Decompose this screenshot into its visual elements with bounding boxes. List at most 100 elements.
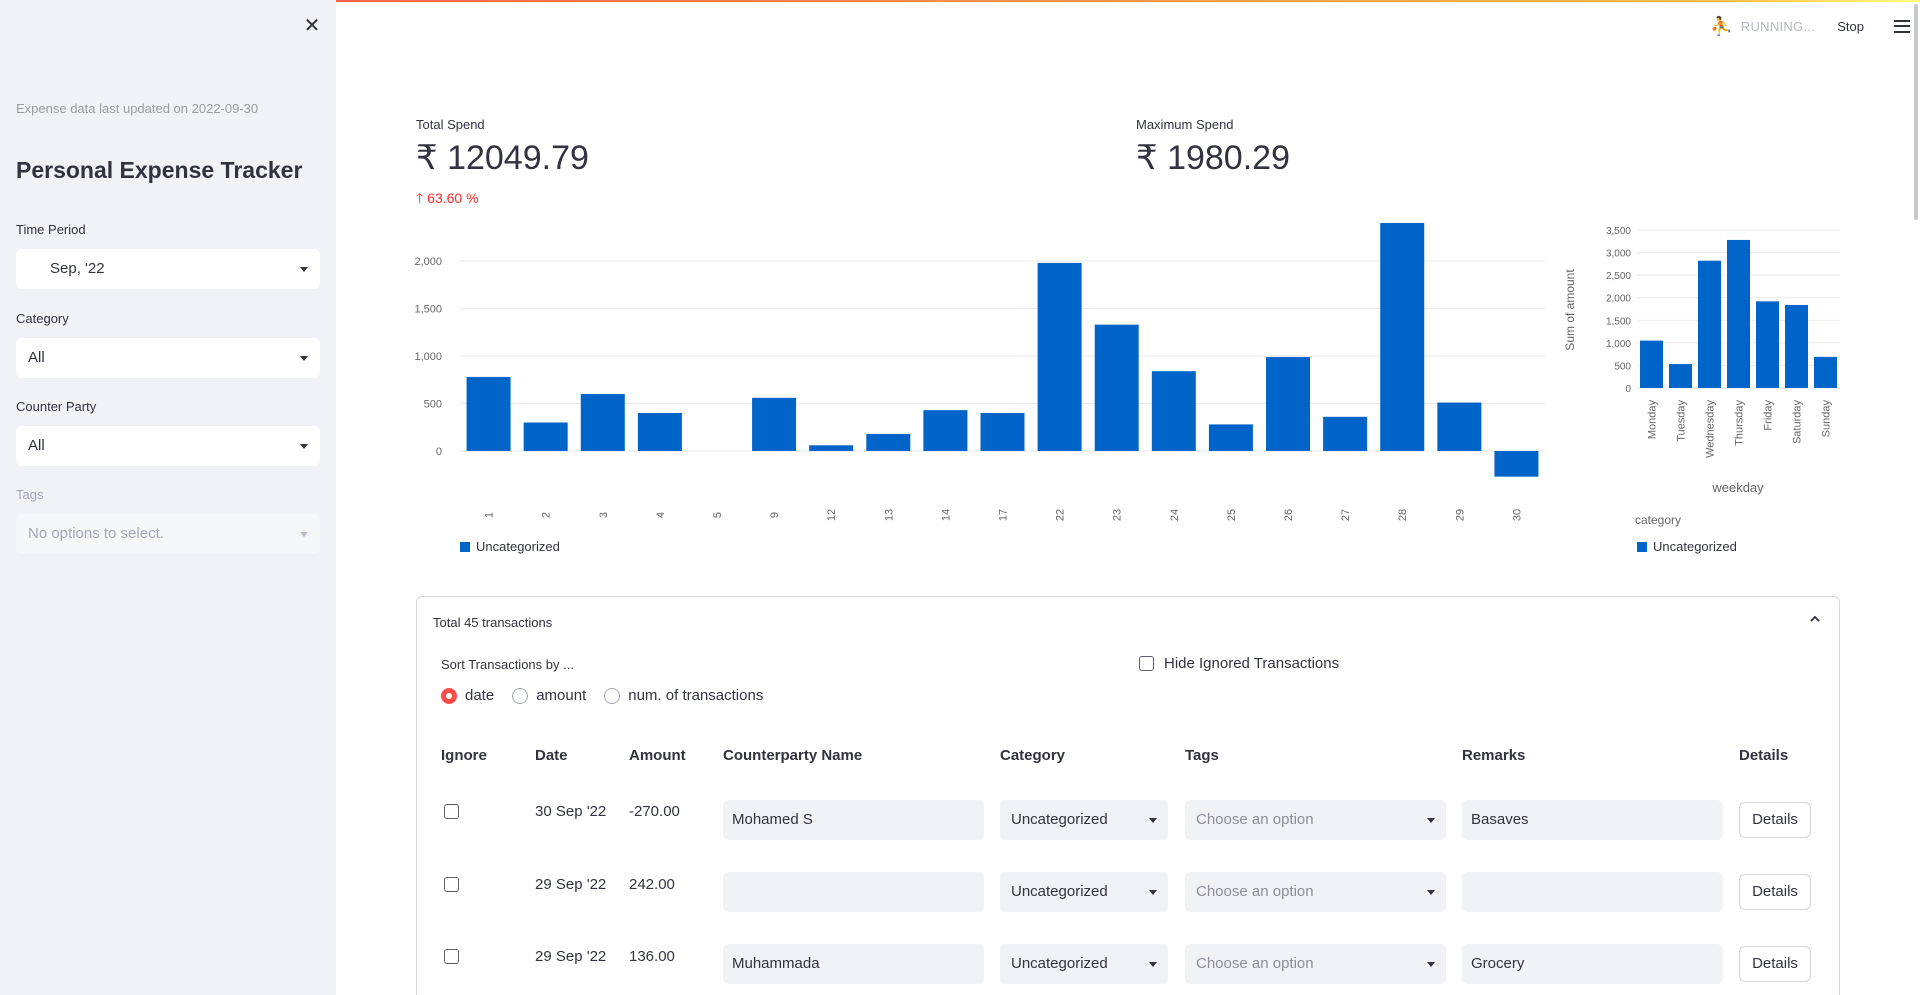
bar xyxy=(1323,416,1368,451)
bar xyxy=(1208,424,1253,451)
category-value: All xyxy=(28,349,45,366)
weekday-spend-chart-svg: 0 500 1,000 1,500 2,000 2,500 3,000 3,500 Sum of… xyxy=(1563,226,1840,554)
counterparty-input[interactable] xyxy=(723,872,984,912)
category-select[interactable]: Uncategorized xyxy=(1000,944,1168,984)
bar xyxy=(1151,371,1196,451)
hamburger-menu-icon[interactable] xyxy=(1894,19,1910,33)
legend-label: Uncategorized xyxy=(476,539,560,554)
sort-option-num-transactions[interactable]: num. of transactions xyxy=(604,687,763,704)
sort-option-amount[interactable]: amount xyxy=(512,687,586,704)
bar xyxy=(1437,402,1482,451)
col-header-details: Details xyxy=(1739,747,1789,764)
hide-ignored-checkbox[interactable]: Hide Ignored Transactions xyxy=(1139,655,1339,672)
radio-icon xyxy=(512,687,529,704)
y-axis-title: Sum of amount xyxy=(1563,269,1577,351)
ignore-checkbox[interactable] xyxy=(444,804,459,819)
y-tick-label: 3,500 xyxy=(1606,226,1631,237)
x-tick-label: 22 xyxy=(1055,509,1067,521)
chevron-down-icon xyxy=(1149,890,1157,895)
remarks-input[interactable]: Grocery xyxy=(1462,944,1723,984)
ignore-checkbox[interactable] xyxy=(444,949,459,964)
col-header-counterparty: Counterparty Name xyxy=(723,747,863,764)
details-button[interactable]: Details xyxy=(1739,874,1811,910)
col-header-remarks: Remarks xyxy=(1462,747,1526,764)
x-tick-label: 30 xyxy=(1511,509,1523,521)
scrollbar[interactable] xyxy=(1910,0,1920,995)
counterparty-input[interactable]: Muhammada xyxy=(723,944,984,984)
bar xyxy=(637,413,682,451)
scrollbar-thumb[interactable] xyxy=(1914,4,1918,220)
bar xyxy=(752,397,797,451)
x-tick-label: Thursday xyxy=(1734,400,1746,446)
row-date: 29 Sep '22 xyxy=(535,948,607,965)
expander-title[interactable]: Total 45 transactions xyxy=(433,615,552,630)
max-spend-label: Maximum Spend xyxy=(1136,117,1234,132)
tags-multiselect[interactable]: Choose an option xyxy=(1185,944,1446,984)
close-icon[interactable]: ✕ xyxy=(302,16,322,36)
bar xyxy=(866,433,911,451)
total-spend-label: Total Spend xyxy=(416,117,485,132)
bar xyxy=(1266,356,1311,451)
bar xyxy=(1698,260,1721,388)
time-period-label: Time Period xyxy=(16,222,86,237)
x-tick-label: 2 xyxy=(541,512,553,518)
x-tick-label: 5 xyxy=(712,512,724,518)
col-header-tags: Tags xyxy=(1185,747,1219,764)
chevron-down-icon xyxy=(1427,818,1435,823)
legend-title: category xyxy=(1635,513,1681,527)
sidebar: ✕ Expense data last updated on 2022-09-3… xyxy=(0,0,336,995)
time-period-select[interactable]: Sep, '22 xyxy=(16,249,320,289)
tags-placeholder: No options to select. xyxy=(28,525,164,542)
y-tick-label: 0 xyxy=(1625,384,1631,395)
x-tick-label: 27 xyxy=(1340,509,1352,521)
y-tick-label: 500 xyxy=(1614,361,1631,372)
x-tick-label: 29 xyxy=(1454,509,1466,521)
bar xyxy=(580,394,625,451)
bar xyxy=(1756,301,1779,388)
y-tick-label: 2,000 xyxy=(1606,294,1631,305)
sort-label: Sort Transactions by ... xyxy=(441,657,574,672)
bar xyxy=(466,376,511,451)
counterparty-input[interactable]: Mohamed S xyxy=(723,800,984,840)
stop-button[interactable]: Stop xyxy=(1837,19,1864,34)
details-button[interactable]: Details xyxy=(1739,802,1811,838)
counter-party-label: Counter Party xyxy=(16,399,97,414)
x-tick-label: 25 xyxy=(1226,509,1238,521)
col-header-ignore: Ignore xyxy=(441,747,487,764)
radio-icon xyxy=(604,687,621,704)
y-tick-label: 1,500 xyxy=(1606,316,1631,327)
remarks-input[interactable] xyxy=(1462,872,1723,912)
category-select[interactable]: Uncategorized xyxy=(1000,800,1168,840)
chevron-down-icon xyxy=(1149,818,1157,823)
chevron-up-icon[interactable] xyxy=(1809,613,1821,625)
row-date: 29 Sep '22 xyxy=(535,876,607,893)
counter-party-select[interactable]: All xyxy=(16,426,320,466)
tags-multiselect[interactable]: Choose an option xyxy=(1185,800,1446,840)
x-tick-label: Friday xyxy=(1763,400,1775,431)
daily-spend-chart: 0 500 1,000 1,500 2,000 1 2 3 4 5 9 12 13 14 17 22 23 24 2… xyxy=(400,210,1550,560)
x-tick-label: Monday xyxy=(1647,400,1659,440)
x-tick-label: 26 xyxy=(1283,509,1295,521)
x-tick-label: Tuesday xyxy=(1676,400,1688,442)
chevron-down-icon xyxy=(300,444,308,449)
y-tick-label: 500 xyxy=(424,399,442,411)
category-label: Category xyxy=(16,311,69,326)
sort-option-date[interactable]: date xyxy=(441,687,494,704)
x-tick-label: 3 xyxy=(598,512,610,518)
app-title: Personal Expense Tracker xyxy=(16,157,303,183)
x-tick-label: 24 xyxy=(1169,509,1181,521)
bar xyxy=(1037,262,1082,451)
ignore-checkbox[interactable] xyxy=(444,877,459,892)
running-status: RUNNING... xyxy=(1740,18,1816,34)
y-tick-label: 0 xyxy=(436,446,442,458)
details-button[interactable]: Details xyxy=(1739,946,1811,982)
remarks-input[interactable]: Basaves xyxy=(1462,800,1723,840)
chevron-down-icon xyxy=(300,532,308,537)
category-select[interactable]: Uncategorized xyxy=(1000,872,1168,912)
row-amount: 242.00 xyxy=(629,876,675,893)
y-tick-label: 3,000 xyxy=(1606,249,1631,260)
category-select[interactable]: All xyxy=(16,338,320,378)
row-amount: 136.00 xyxy=(629,948,675,965)
tags-multiselect[interactable]: Choose an option xyxy=(1185,872,1446,912)
col-header-category: Category xyxy=(1000,747,1066,764)
